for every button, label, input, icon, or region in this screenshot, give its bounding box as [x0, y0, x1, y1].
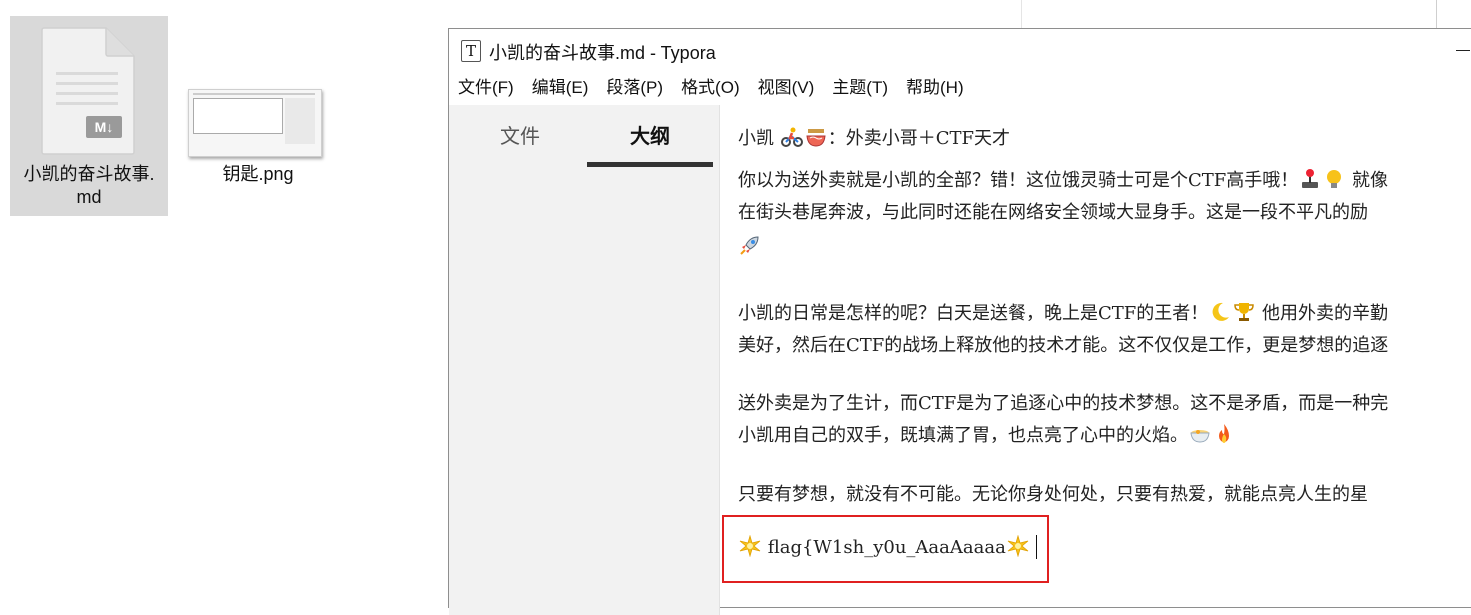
typora-app-icon: T	[461, 40, 481, 62]
menu-file[interactable]: 文件(F)	[449, 73, 523, 103]
paragraph-3-line-2: 美好，然后在CTF的战场上释放他的技术才能。这不仅仅是工作，更是梦想的追逐	[738, 335, 1389, 356]
trophy-emoji	[1234, 303, 1255, 321]
window-title: 小凯的奋斗故事.md - Typora	[489, 43, 716, 63]
tab-files[interactable]: 文件	[457, 105, 583, 165]
paragraph-2-line-3	[738, 231, 762, 263]
png-file-label: 钥匙.png	[222, 164, 294, 184]
png-thumbnail	[188, 89, 322, 157]
menu-theme[interactable]: 主题(T)	[823, 73, 897, 103]
text-caret	[1035, 535, 1037, 559]
sidebar: 文件 大纲	[449, 105, 720, 615]
desktop-file-png[interactable]: 钥匙.png	[180, 16, 336, 216]
menu-help[interactable]: 帮助(H)	[897, 73, 973, 103]
bulb-emoji	[1327, 170, 1342, 188]
paragraph-2-line-1: 你以为送外卖就是小凯的全部？错！这位饿灵骑士可是个CTF高手哦！ 就像	[738, 169, 1388, 191]
menu-format[interactable]: 格式(O)	[672, 73, 749, 103]
menu-bar: 文件(F) 编辑(E) 段落(P) 格式(O) 视图(V) 主题(T) 帮助(H…	[449, 73, 973, 103]
fire-emoji	[1219, 424, 1229, 443]
paragraph-4-line-1: 送外卖是为了生计，而CTF是为了追逐心中的技术梦想。这不是矛盾，而是一种完	[738, 393, 1389, 414]
title-bar[interactable]: T 小凯的奋斗故事.md - Typora	[449, 29, 1471, 71]
flag-text: flag{W1sh_y0u_AaaAaaaa	[762, 537, 1006, 558]
background-window-edge	[1436, 0, 1437, 28]
minimize-button[interactable]	[1450, 29, 1471, 71]
noodles-emoji	[806, 129, 826, 147]
paragraph-3-line-1: 小凯的日常是怎样的呢？白天是送餐，晚上是CTF的王者！ 他用外卖的辛勤	[738, 302, 1388, 324]
tab-outline[interactable]: 大纲	[587, 105, 713, 167]
md-file-label: 小凯的奋斗故事. md	[23, 164, 155, 207]
sparkle-emoji	[1007, 535, 1029, 557]
cyclist-emoji	[780, 127, 803, 147]
joystick-emoji	[1302, 169, 1319, 188]
typora-window: T 小凯的奋斗故事.md - Typora 文件(F) 编辑(E) 段落(P) …	[448, 28, 1471, 615]
menu-edit[interactable]: 编辑(E)	[523, 73, 598, 103]
bowl-emoji	[1190, 430, 1210, 443]
moon-emoji	[1212, 302, 1230, 321]
md-badge: M↓	[95, 119, 114, 135]
menu-view[interactable]: 视图(V)	[749, 73, 824, 103]
markdown-file-icon: M↓	[41, 27, 135, 155]
sparkle-emoji	[739, 535, 761, 557]
desktop-file-md[interactable]: M↓ 小凯的奋斗故事. md	[10, 16, 168, 216]
paragraph-title: 小凯 ：外卖小哥＋CTF天才	[738, 127, 1011, 149]
menu-paragraph[interactable]: 段落(P)	[597, 73, 672, 103]
background-window-fragment	[1021, 0, 1438, 28]
paragraph-5: 只要有梦想，就没有不可能。无论你身处何处，只要有热爱，就能点亮人生的星	[738, 484, 1368, 505]
paragraph-4-line-2: 小凯用自己的双手，既填满了胃，也点亮了心中的火焰。	[738, 420, 1236, 452]
rocket-emoji	[740, 236, 759, 255]
flag-line[interactable]: flag{W1sh_y0u_AaaAaaaa	[738, 535, 1037, 559]
paragraph-2-line-2: 在街头巷尾奔波，与此同时还能在网络安全领域大显身手。这是一段不平凡的励	[738, 202, 1368, 223]
